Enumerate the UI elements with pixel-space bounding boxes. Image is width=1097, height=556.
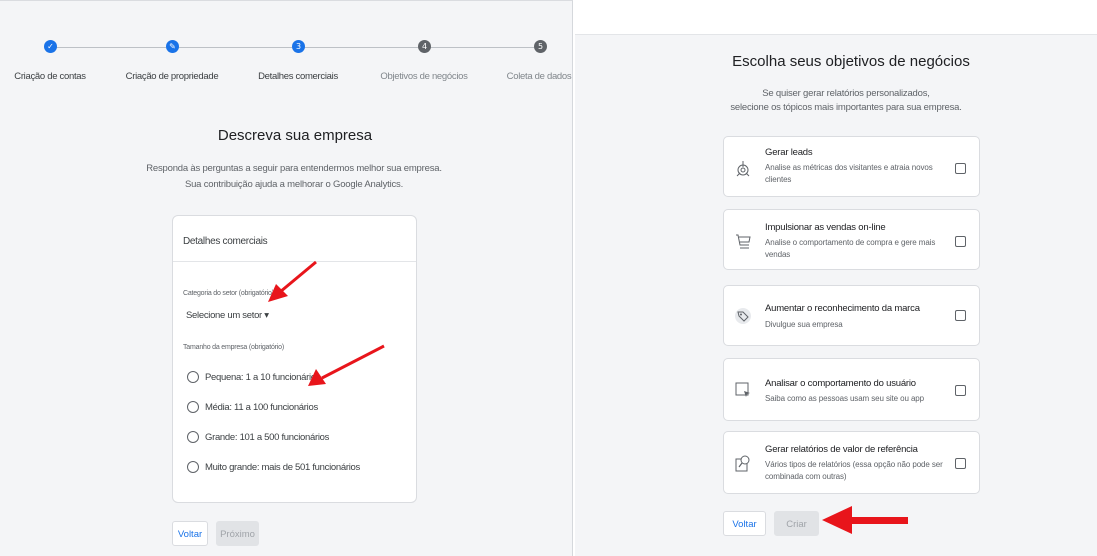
annotation-arrows xyxy=(268,260,908,534)
arrow-to-sector-select xyxy=(268,260,317,302)
arrow-to-company-size xyxy=(308,344,385,386)
arrow-to-create-button xyxy=(822,506,908,534)
